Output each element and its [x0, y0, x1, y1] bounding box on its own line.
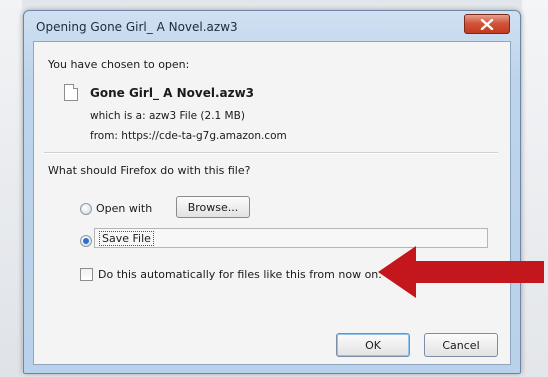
file-name: Gone Girl_ A Novel.azw3 — [90, 86, 255, 100]
background-right — [522, 0, 548, 377]
file-source: from: https://cde-ta-g7g.amazon.com — [90, 130, 287, 142]
dialog-body: You have chosen to open: Gone Girl_ A No… — [33, 41, 511, 365]
dialog-title: Opening Gone Girl_ A Novel.azw3 — [36, 20, 238, 34]
title-bar: Opening Gone Girl_ A Novel.azw3 — [24, 11, 520, 41]
close-button[interactable] — [464, 14, 510, 34]
open-with-radio[interactable] — [80, 203, 92, 215]
save-file-radio[interactable] — [80, 235, 92, 247]
intro-label: You have chosen to open: — [48, 58, 190, 71]
divider — [44, 152, 498, 154]
open-with-label[interactable]: Open with — [96, 202, 152, 215]
file-icon — [64, 84, 78, 101]
cancel-button[interactable]: Cancel — [424, 333, 498, 357]
background-left — [0, 0, 22, 377]
download-dialog: Opening Gone Girl_ A Novel.azw3 You have… — [23, 10, 521, 374]
auto-label[interactable]: Do this automatically for files like thi… — [98, 268, 382, 281]
arrow-icon — [378, 246, 544, 298]
auto-checkbox[interactable] — [80, 268, 93, 281]
browse-button[interactable]: Browse... — [176, 196, 250, 218]
action-question: What should Firefox do with this file? — [48, 164, 251, 177]
ok-button[interactable]: OK — [336, 333, 410, 357]
close-icon — [480, 18, 494, 30]
file-type-info: which is a: azw3 File (2.1 MB) — [90, 110, 245, 122]
save-file-label: Save File — [99, 231, 154, 246]
